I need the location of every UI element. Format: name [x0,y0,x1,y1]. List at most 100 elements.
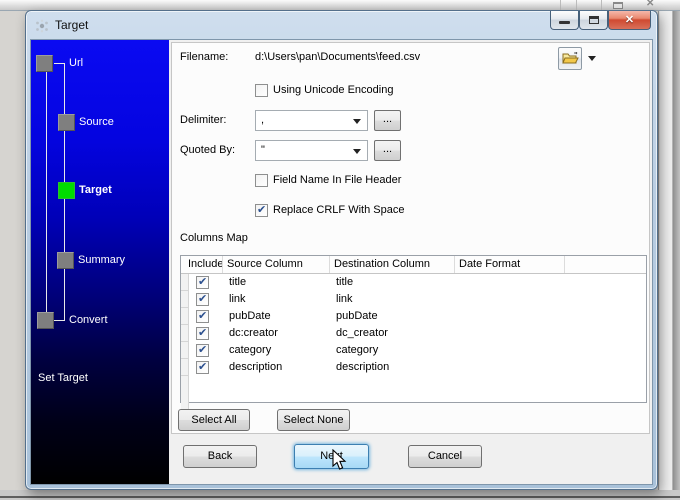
include-checkbox[interactable] [196,275,209,289]
row-selector[interactable] [181,308,189,325]
cancel-button[interactable]: Cancel [408,445,482,468]
tree-line-left [46,72,47,312]
tree-line-url [54,63,65,64]
quoted-by-browse-button[interactable]: ... [374,140,401,161]
destination-column-cell: title [336,276,354,288]
date-format-cell [455,308,565,325]
table-row: pubDate pubDate [181,308,646,325]
table-row: description description [181,359,646,376]
back-button[interactable]: Back [183,445,257,468]
step-box-summary[interactable] [57,252,74,269]
step-box-target[interactable] [58,182,75,199]
source-column-cell: description [229,361,283,373]
source-column-cell: category [229,344,272,356]
dialog-client-area: Url Source Target Summary Convert Set Ta… [30,39,653,485]
parent-window-right-edge [658,11,680,490]
delimiter-browse-button[interactable]: ... [374,110,401,131]
date-format-cell [455,342,565,359]
include-checkbox[interactable] [196,360,209,374]
delimiter-combobox[interactable]: , [255,110,368,131]
quoted-by-dropdown-arrow[interactable] [353,149,361,154]
folder-open-icon [562,52,579,64]
quoted-by-value: " [261,144,265,156]
browse-file-button[interactable] [558,47,582,70]
row-selector[interactable] [181,291,189,308]
include-checkbox[interactable] [196,326,209,340]
step-label-source: Source [79,116,114,128]
header-destination-column[interactable]: Destination Column [330,256,455,273]
replace-crlf-label: Replace CRLF With Space [273,204,405,216]
filename-dropdown-arrow[interactable] [588,56,596,61]
filename-field[interactable]: d:\Users\pan\Documents\feed.csv [255,51,420,63]
step-box-source[interactable] [58,114,75,131]
parent-scrollbar[interactable] [660,11,673,490]
dialog-titlebar[interactable]: Target ✕ [26,11,657,39]
parent-close-icon[interactable]: ✕ [646,0,654,9]
maximize-icon [589,16,599,24]
content-panel: Filename: d:\Users\pan\Documents\feed.cs… [171,42,650,434]
tree-line-convert [54,320,65,321]
unicode-encoding-label: Using Unicode Encoding [273,84,394,96]
table-row: dc:creator dc_creator [181,325,646,342]
step-label-convert: Convert [69,314,108,326]
delimiter-label: Delimiter: [180,114,227,126]
source-column-cell: title [229,276,247,288]
destination-column-cell: link [336,293,353,305]
date-format-cell [455,359,565,376]
step-label-url: Url [69,57,84,69]
wizard-sidebar: Url Source Target Summary Convert Set Ta… [31,40,169,484]
source-column-cell: dc:creator [229,327,278,339]
destination-column-cell: category [336,344,379,356]
screen: ✕ Target ✕ Url Source Target Summary Con… [0,0,680,500]
row-selector[interactable] [181,325,189,342]
row-selector[interactable] [181,359,189,376]
close-button[interactable]: ✕ [608,11,651,30]
destination-column-cell: pubDate [336,310,378,322]
row-selector[interactable] [181,274,189,291]
table-row: category category [181,342,646,359]
select-none-button[interactable]: Select None [277,409,350,431]
destination-column-cell: description [336,361,390,373]
parent-window-bottom-edge [0,490,680,500]
dialog-title: Target [55,18,89,32]
unicode-encoding-checkbox[interactable] [255,84,268,97]
date-format-cell [455,325,565,342]
header-date-format[interactable]: Date Format [455,256,565,273]
row-selector[interactable] [181,342,189,359]
include-checkbox[interactable] [196,292,209,306]
include-checkbox[interactable] [196,309,209,323]
source-column-cell: pubDate [229,310,271,322]
step-label-summary: Summary [78,254,126,266]
select-all-button[interactable]: Select All [178,409,250,431]
step-label-target: Target [79,184,112,196]
step-box-convert[interactable] [37,312,54,329]
grid-header-row: Include Source Column Destination Column… [181,256,646,274]
quoted-by-label: Quoted By: [180,144,236,156]
filename-label: Filename: [180,51,229,63]
table-row: title title [181,274,646,291]
quoted-by-combobox[interactable]: " [255,140,368,161]
header-source-column[interactable]: Source Column [223,256,330,273]
field-name-header-checkbox[interactable] [255,174,268,187]
destination-column-cell: dc_creator [336,327,388,339]
delimiter-value: , [261,114,265,126]
date-format-cell [455,274,565,291]
next-button[interactable]: Next [294,444,369,469]
field-name-header-label: Field Name In File Header [273,174,402,186]
sidebar-status-text: Set Target [38,372,88,384]
maximize-button[interactable] [579,11,608,30]
step-box-url[interactable] [36,55,53,72]
date-format-cell [455,291,565,308]
minimize-button[interactable] [550,11,579,30]
source-column-cell: link [229,293,246,305]
parent-maximize-icon[interactable] [613,2,623,9]
target-dialog: Target ✕ Url Source Target Summary Conve… [25,10,658,490]
header-include[interactable]: Include [181,256,223,273]
columns-map-grid: Include Source Column Destination Column… [180,255,647,420]
delimiter-dropdown-arrow[interactable] [353,119,361,124]
include-checkbox[interactable] [196,343,209,357]
columns-map-title: Columns Map [180,232,248,244]
minimize-icon [559,21,570,24]
close-icon: ✕ [624,14,635,26]
replace-crlf-checkbox[interactable] [255,203,268,217]
